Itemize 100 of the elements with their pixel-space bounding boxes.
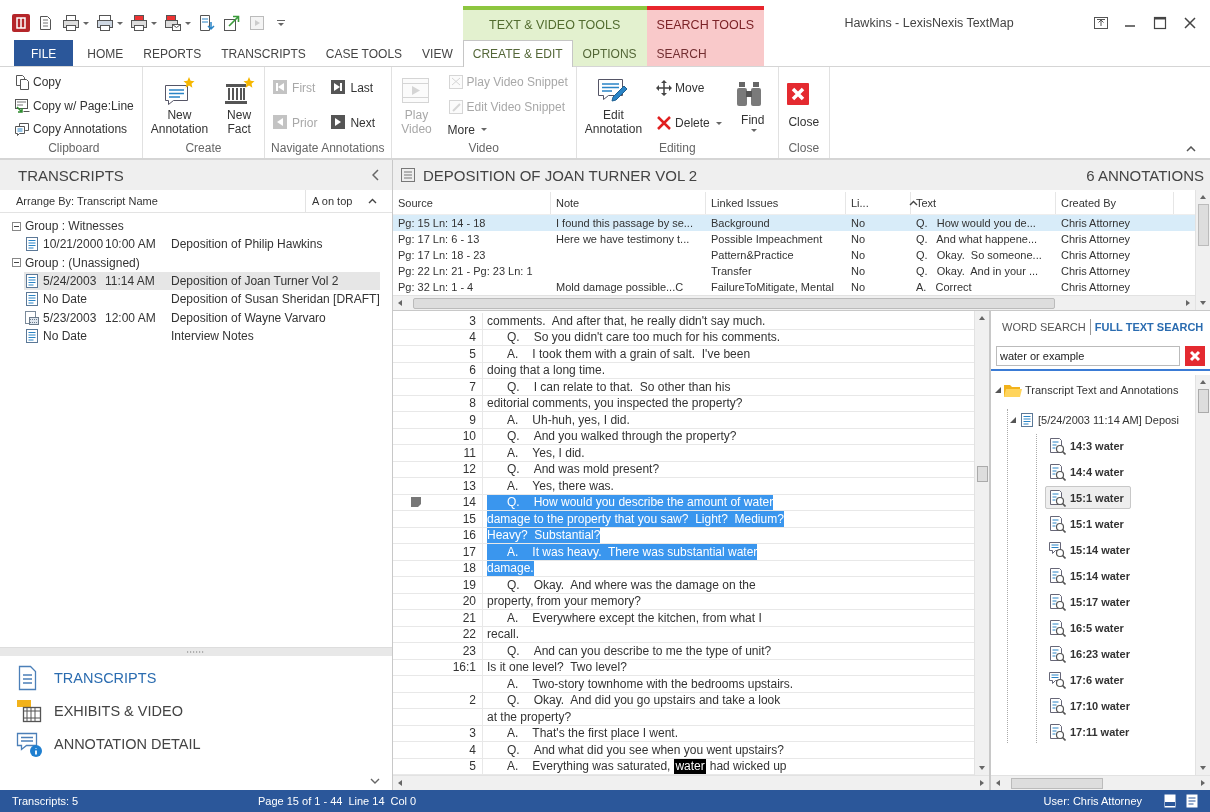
sort-ascending-icon[interactable] — [908, 200, 918, 207]
printer-icon[interactable] — [62, 14, 80, 32]
result-item[interactable]: 14:3 water — [1045, 434, 1131, 458]
result-item[interactable]: 15:1 water — [1045, 512, 1131, 536]
collapse-panel-icon[interactable] — [372, 169, 380, 182]
transcript-row[interactable]: 10/21/2000 10:00 AM Deposition of Philip Hawkins — [24, 235, 380, 254]
resize-grip-icon[interactable] — [187, 651, 205, 654]
annotation-row[interactable]: Pg: 17 Ln: 18 - 23 Pattern&Practice No Q. Okay. So someone... Chris Attorney — [393, 247, 1195, 264]
annotation-row[interactable]: Pg: 17 Ln: 6 - 13 Here we have testimony t... Possible Impeachment No Q. And what happene... Chris Attorney — [393, 231, 1195, 248]
result-item[interactable]: 15:1 water — [1045, 486, 1131, 510]
results-transcript[interactable]: [5/24/2003 11:14 AM] Deposi — [1010, 409, 1195, 432]
column-header[interactable]: Linked Issues — [711, 197, 779, 210]
ribbon-tab[interactable]: OPTIONS — [572, 40, 647, 66]
search-field[interactable]: water or example — [996, 346, 1180, 367]
context-group-label: TEXT & VIDEO TOOLS — [488, 17, 622, 34]
expanded-arrow-icon[interactable] — [995, 387, 1001, 394]
line-text: Okay. And where was the damage on the — [533, 577, 756, 593]
close-icon[interactable] — [1182, 16, 1198, 30]
expanded-arrow-icon[interactable] — [1010, 417, 1016, 424]
printer-icon[interactable] — [130, 14, 148, 32]
result-item[interactable]: 17:6 water — [1045, 668, 1131, 692]
column-header[interactable]: Li... — [851, 197, 869, 210]
annotation-row[interactable]: Pg: 32 Ln: 1 - 4 Mold damage possible...C FailureToMitigate, Mental No A. Correct Chris Attorney — [393, 279, 1195, 296]
annotation-row[interactable]: Pg: 15 Ln: 14 - 18 I found this passage by se... Background No Q. How would you de... Chris Attorney — [393, 215, 1195, 232]
navigation-item[interactable]: ANNOTATION DETAIL — [16, 728, 201, 760]
annotation-marker-icon[interactable] — [411, 497, 421, 508]
line-text: comments. And after that, he really didn't say much. — [487, 313, 766, 329]
result-item[interactable]: 16:5 water — [1045, 616, 1131, 640]
sort-ascending-icon[interactable] — [368, 198, 378, 205]
search-tab[interactable]: WORD SEARCH — [999, 321, 1089, 334]
ribbon-button[interactable]: Next — [329, 114, 378, 133]
line-number: 17 — [462, 544, 477, 559]
result-item[interactable]: 14:4 water — [1045, 460, 1131, 484]
maximize-icon[interactable] — [1152, 16, 1168, 30]
ribbon-tab[interactable]: CREATE & EDIT — [462, 40, 573, 67]
line-text: It was heavy. There was substantial water — [532, 544, 758, 560]
line-number: 3 — [469, 726, 477, 741]
line-number: 11 — [463, 445, 477, 460]
search-tab[interactable]: FULL TEXT SEARCH — [1091, 321, 1207, 334]
ribbon-tab[interactable]: TRANSCRIPTS — [211, 40, 316, 66]
transcript-name: Deposition of Wayne Varvaro — [171, 310, 327, 325]
chevron-down-icon[interactable] — [370, 778, 380, 785]
transcript-row[interactable]: No Date Interview Notes — [24, 326, 380, 346]
ribbon-button[interactable]: Find — [733, 78, 772, 133]
line-text: recall. — [487, 626, 519, 643]
ribbon-button[interactable]: More — [445, 121, 570, 138]
result-item[interactable]: 15:17 water — [1045, 590, 1137, 614]
transcript-row[interactable]: 5/24/2003 11:14 AM Deposition of Joan Turner Vol 2 — [24, 271, 380, 290]
collapse-icon[interactable] — [12, 221, 21, 231]
clear-search-button[interactable] — [1185, 346, 1205, 367]
printer-mail-icon[interactable] — [164, 14, 182, 32]
ribbon-tab[interactable]: REPORTS — [133, 40, 212, 66]
ribbon-button[interactable]: Edit Annotation — [582, 74, 645, 138]
line-text: And what did you see when you went upstairs? — [533, 742, 784, 758]
notes-icon[interactable] — [1186, 794, 1198, 809]
ribbon-button[interactable]: Last — [329, 78, 378, 97]
column-header[interactable]: Source — [398, 197, 433, 210]
ribbon-button[interactable]: Move — [654, 78, 724, 97]
file-tab[interactable]: FILE — [14, 40, 74, 66]
transcript-name: Deposition of Philip Hawkins — [171, 237, 324, 252]
ribbon-button[interactable]: Copy Annotations — [12, 120, 136, 139]
annotation-row[interactable]: Pg: 22 Ln: 21 - Pg: 23 Ln: 1 Transfer No Q. Okay. And in your ... Chris Attorney — [393, 263, 1195, 280]
collapse-ribbon-icon[interactable] — [1186, 146, 1196, 153]
result-item[interactable]: 17:11 water — [1045, 720, 1137, 744]
speaker-label: Q. — [506, 742, 521, 758]
export-document-icon[interactable] — [198, 14, 216, 32]
document-icon — [24, 236, 40, 253]
ribbon-button[interactable]: Delete — [654, 114, 724, 133]
navigation-item[interactable]: EXHIBITS & VIDEO — [16, 695, 183, 727]
transcript-row[interactable]: No Date Deposition of Susan Sheridan [DRAFT] — [24, 289, 380, 309]
ribbon-button[interactable]: Copy — [12, 72, 136, 91]
ribbon-button[interactable]: New Fact — [220, 74, 259, 138]
result-item[interactable]: 16:23 water — [1045, 642, 1137, 666]
ribbon-tab[interactable]: HOME — [77, 40, 134, 66]
ribbon-button[interactable]: New Annotation — [148, 74, 211, 138]
ribbon-button[interactable]: Close — [784, 81, 823, 131]
column-header[interactable]: Text — [916, 197, 937, 210]
transcript-row[interactable]: 5/23/2003 12:00 AM Deposition of Wayne Varvaro — [24, 308, 380, 327]
result-item[interactable]: 15:14 water — [1045, 538, 1137, 562]
ribbon-button[interactable]: Copy w/ Page:Line — [12, 96, 136, 115]
result-item[interactable]: 17:10 water — [1045, 694, 1137, 718]
share-window-icon[interactable] — [223, 14, 241, 32]
table-cell-text: Chris Attorney — [1060, 217, 1132, 230]
restore-ribbon-icon[interactable] — [1094, 17, 1108, 29]
ribbon-tab[interactable]: SEARCH — [646, 40, 717, 66]
column-header[interactable]: Note — [556, 197, 580, 210]
delete-icon — [656, 115, 673, 132]
line-number: 3 — [469, 313, 477, 328]
document-badge-icon[interactable] — [1164, 794, 1176, 809]
navigation-item[interactable]: TRANSCRIPTS — [16, 662, 157, 694]
ribbon-tab[interactable]: CASE TOOLS — [315, 40, 413, 66]
table-cell-text: Pg: 17 Ln: 18 - 23 — [397, 249, 487, 262]
results-folder[interactable]: Transcript Text and Annotations — [995, 379, 1195, 402]
speaker-label: A. — [506, 478, 520, 494]
collapse-icon[interactable] — [12, 258, 21, 268]
printer-stack-icon[interactable] — [96, 14, 114, 32]
result-item[interactable]: 15:14 water — [1045, 564, 1137, 588]
column-header[interactable]: Created By — [1061, 197, 1117, 210]
ribbon-tab[interactable]: VIEW — [412, 40, 463, 66]
customize-toolbar-icon[interactable] — [277, 20, 285, 26]
